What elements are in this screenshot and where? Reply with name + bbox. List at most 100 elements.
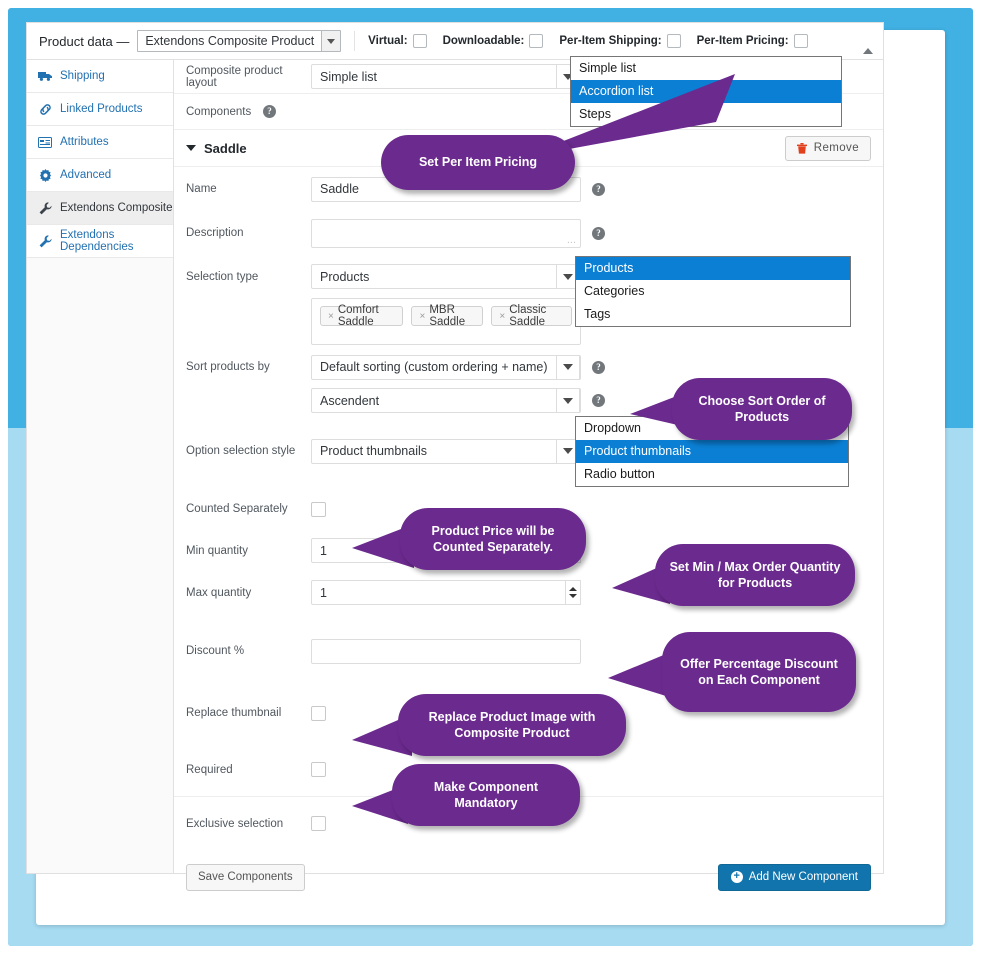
list-icon xyxy=(38,136,52,149)
help-icon[interactable]: ? xyxy=(592,227,605,240)
help-icon[interactable]: ? xyxy=(592,361,605,374)
discount-label: Discount % xyxy=(186,645,311,657)
remove-component-label: Remove xyxy=(814,142,859,154)
save-components-button[interactable]: Save Components xyxy=(186,864,305,891)
callout-text: Choose Sort Order of Products xyxy=(686,393,838,426)
remove-component-button[interactable]: Remove xyxy=(785,136,871,161)
sidebar-item-label: Extendons Composite xyxy=(60,202,173,214)
chevron-down-icon xyxy=(556,355,580,380)
product-token[interactable]: × Comfort Saddle xyxy=(320,306,403,326)
chevron-down-icon xyxy=(556,388,580,413)
dropdown-option-selected[interactable]: Product thumbnails xyxy=(576,440,848,463)
virtual-checkbox[interactable] xyxy=(413,34,427,48)
sidebar-item-extendons-dependencies[interactable]: Extendons Dependencies xyxy=(27,225,173,258)
required-label: Required xyxy=(186,764,311,776)
per-item-pricing-checkbox-group[interactable]: Per-Item Pricing: xyxy=(697,34,808,48)
description-textarea[interactable]: ... xyxy=(311,219,581,248)
selection-type-label: Selection type xyxy=(186,271,311,283)
sidebar-item-linked-products[interactable]: Linked Products xyxy=(27,93,173,126)
product-token[interactable]: ×Classic Saddle xyxy=(491,306,572,326)
resize-handle[interactable]: ... xyxy=(567,234,576,246)
dropdown-option-selected[interactable]: Products xyxy=(576,257,850,280)
selection-type-select[interactable]: Products xyxy=(311,264,581,289)
sidebar-item-advanced[interactable]: Advanced xyxy=(27,159,173,192)
per-item-shipping-checkbox[interactable] xyxy=(667,34,681,48)
plus-icon: + xyxy=(731,871,743,883)
collapse-panel-toggle[interactable] xyxy=(863,34,873,48)
callout-discount: Offer Percentage Discount on Each Compon… xyxy=(662,632,856,712)
per-item-pricing-checkbox[interactable] xyxy=(794,34,808,48)
sort-direction-select[interactable]: Ascendent xyxy=(311,388,581,413)
sort-direction-value: Ascendent xyxy=(320,394,379,408)
callout-set-per-item-pricing: Set Per Item Pricing xyxy=(381,135,575,190)
description-row: Description ... ? xyxy=(174,211,883,255)
gear-icon xyxy=(38,169,52,182)
sidebar-item-label: Extendons Dependencies xyxy=(60,229,173,253)
downloadable-label: Downloadable: xyxy=(443,35,525,47)
max-quantity-stepper[interactable] xyxy=(565,580,581,605)
product-token[interactable]: × MBR Saddle xyxy=(411,306,483,326)
add-new-component-label: Add New Component xyxy=(749,871,858,883)
per-item-shipping-label: Per-Item Shipping: xyxy=(559,35,661,47)
description-label: Description xyxy=(186,227,311,239)
help-icon[interactable]: ? xyxy=(592,183,605,196)
dropdown-option[interactable]: Tags xyxy=(576,303,850,326)
callout-text: Product Price will be Counted Separately… xyxy=(414,523,572,556)
save-components-label: Save Components xyxy=(198,871,293,883)
required-checkbox[interactable] xyxy=(311,762,326,777)
selected-products-box[interactable]: × Comfort Saddle × MBR Saddle ×Classic Sad… xyxy=(311,298,581,345)
selection-type-dropdown[interactable]: Products Categories Tags xyxy=(575,256,851,327)
truck-icon xyxy=(38,70,52,83)
sidebar-item-label: Advanced xyxy=(60,169,111,181)
max-quantity-value: 1 xyxy=(320,586,327,600)
name-value: Saddle xyxy=(320,182,359,196)
option-style-select[interactable]: Product thumbnails xyxy=(311,439,581,464)
callout-text: Offer Percentage Discount on Each Compon… xyxy=(676,656,842,689)
virtual-checkbox-group[interactable]: Virtual: xyxy=(368,34,426,48)
sidebar-item-label: Attributes xyxy=(60,136,109,148)
per-item-shipping-checkbox-group[interactable]: Per-Item Shipping: xyxy=(559,34,680,48)
sidebar-item-attributes[interactable]: Attributes xyxy=(27,126,173,159)
exclusive-selection-checkbox[interactable] xyxy=(311,816,326,831)
sort-products-value: Default sorting (custom ordering + name) xyxy=(320,360,548,374)
callout-replace-thumbnail: Replace Product Image with Composite Pro… xyxy=(398,694,626,756)
help-icon[interactable]: ? xyxy=(592,394,605,407)
product-type-select[interactable]: Extendons Composite Product xyxy=(137,30,341,52)
component-collapse-toggle[interactable]: Saddle xyxy=(186,130,247,166)
product-token-label: MBR Saddle xyxy=(429,304,475,328)
footer-actions: Save Components + Add New Component xyxy=(174,850,883,904)
counted-separately-label: Counted Separately xyxy=(186,503,311,515)
trash-icon xyxy=(797,143,807,154)
per-item-pricing-label: Per-Item Pricing: xyxy=(697,35,789,47)
sidebar-item-extendons-composite[interactable]: Extendons Composite xyxy=(27,192,173,225)
product-data-header: Product data — Extendons Composite Produ… xyxy=(27,23,883,60)
discount-input[interactable] xyxy=(311,639,581,664)
chevron-down-icon xyxy=(186,145,196,151)
max-quantity-input[interactable]: 1 xyxy=(311,580,581,605)
sort-products-select[interactable]: Default sorting (custom ordering + name) xyxy=(311,355,581,380)
remove-token-icon[interactable]: × xyxy=(419,311,425,322)
downloadable-checkbox-group[interactable]: Downloadable: xyxy=(443,34,544,48)
link-icon xyxy=(38,103,52,116)
remove-token-icon[interactable]: × xyxy=(328,311,334,322)
callout-required: Make Component Mandatory xyxy=(392,764,580,826)
downloadable-checkbox[interactable] xyxy=(529,34,543,48)
sidebar-item-shipping[interactable]: Shipping xyxy=(27,60,173,93)
chevron-down-icon xyxy=(321,31,340,51)
components-label: Components xyxy=(186,106,311,118)
name-label: Name xyxy=(186,183,311,195)
product-token-label: Comfort Saddle xyxy=(338,304,396,328)
help-icon[interactable]: ? xyxy=(263,105,276,118)
replace-thumbnail-label: Replace thumbnail xyxy=(186,707,311,719)
counted-separately-checkbox[interactable] xyxy=(311,502,326,517)
add-new-component-button[interactable]: + Add New Component xyxy=(718,864,871,891)
min-quantity-value: 1 xyxy=(320,544,327,558)
product-data-label: Product data — xyxy=(39,34,129,49)
composite-layout-value: Simple list xyxy=(320,70,377,84)
remove-token-icon[interactable]: × xyxy=(499,311,505,322)
chevron-up-icon xyxy=(863,34,873,54)
replace-thumbnail-checkbox[interactable] xyxy=(311,706,326,721)
dropdown-option[interactable]: Radio button xyxy=(576,463,848,486)
header-divider xyxy=(354,31,355,51)
dropdown-option[interactable]: Categories xyxy=(576,280,850,303)
